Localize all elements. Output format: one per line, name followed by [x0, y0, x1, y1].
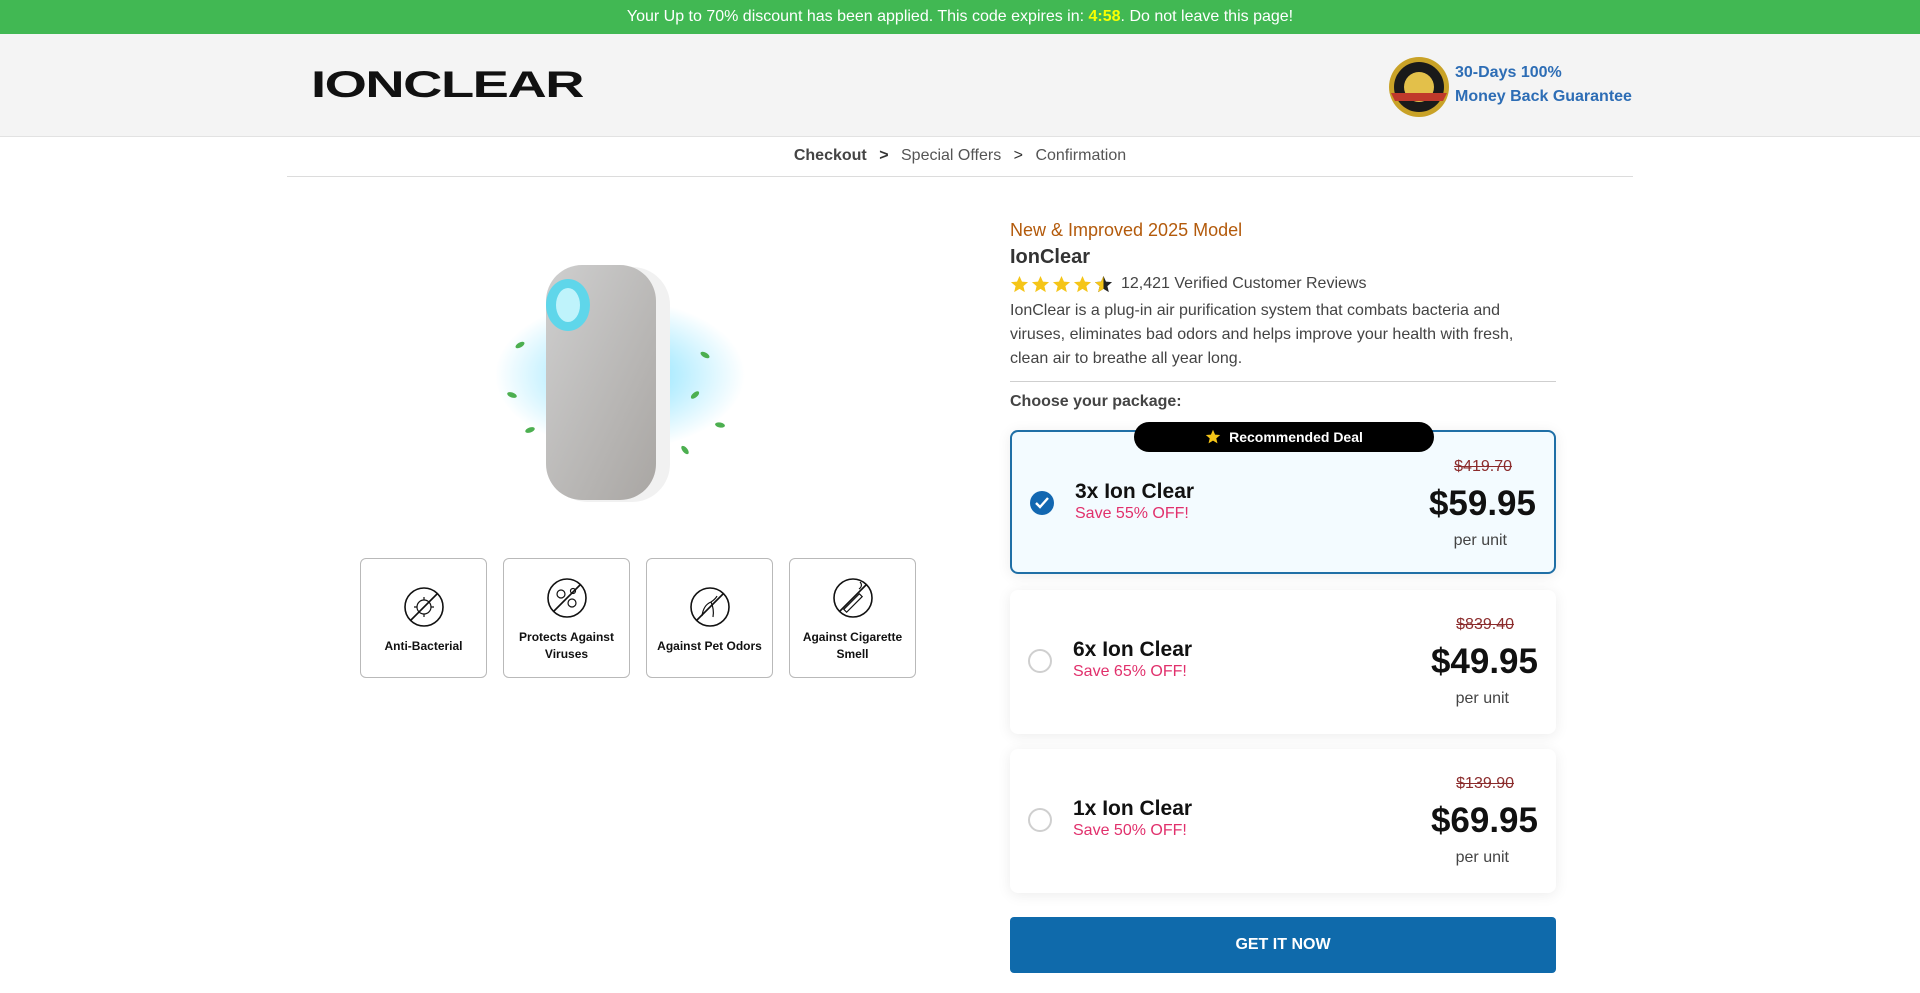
choose-package-label: Choose your package: [1010, 393, 1182, 410]
package-name: 1x Ion Clear [1073, 797, 1193, 820]
ionclear-logo[interactable]: IONCLEAR [311, 68, 583, 100]
star-icon [1031, 275, 1050, 292]
guarantee-line1: 30-Days 100% [1455, 64, 1562, 81]
discount-banner: Your Up to 70% discount has been applied… [0, 0, 1920, 34]
feature-label: Against Cigarette Smell [802, 630, 903, 661]
package-radio[interactable] [1028, 649, 1052, 673]
svg-text:IONCLEAR: IONCLEAR [311, 68, 583, 100]
breadcrumb-separator: > [1013, 147, 1023, 164]
checkmark-icon [1035, 497, 1049, 509]
product-info: New & Improved 2025 Model IonClear 12,42… [1010, 217, 1556, 411]
product-description: IonClear is a plug-in air purification s… [1010, 299, 1556, 382]
package-price: $69.95 [1430, 801, 1538, 840]
feature-anti-bacterial: Anti-Bacterial [360, 558, 487, 678]
package-old-price: $419.70 [1454, 458, 1512, 475]
feature-label: Against Pet Odors [657, 638, 762, 653]
ribbon-label: Recommended Deal [1229, 429, 1363, 445]
get-it-now-button[interactable]: GET IT NOW [1010, 917, 1556, 973]
star-icon [1052, 275, 1071, 292]
breadcrumb-checkout: Checkout [793, 147, 867, 164]
no-smoking-icon [832, 578, 873, 618]
model-tagline: New & Improved 2025 Model [1010, 220, 1243, 240]
rating-row: 12,421 Verified Customer Reviews [1010, 274, 1556, 294]
no-pet-icon [689, 586, 730, 627]
feature-list: Anti-Bacterial Protects Against Viruses … [360, 558, 916, 678]
package-option-3x[interactable]: Recommended Deal 3x Ion Clear Save 55% O… [1010, 422, 1556, 574]
package-unit: per unit [1453, 532, 1507, 549]
feature-label: Protects Against Viruses [519, 630, 614, 661]
guarantee-line2: Money Back Guarantee [1455, 88, 1632, 105]
feature-label: Anti-Bacterial [384, 638, 463, 653]
feature-cigarette-smell: Against Cigarette Smell [789, 558, 916, 678]
breadcrumb: Checkout > Special Offers > Confirmation [287, 137, 1633, 177]
breadcrumb-separator: > [879, 147, 889, 164]
star-rating [1010, 275, 1113, 294]
star-icon [1010, 275, 1029, 292]
guarantee-seal-icon [1389, 57, 1449, 117]
star-icon [1205, 429, 1221, 444]
feature-viruses: Protects Against Viruses [503, 558, 630, 678]
package-savings: Save 65% OFF! [1073, 663, 1187, 680]
package-radio[interactable] [1028, 808, 1052, 832]
recommended-ribbon: Recommended Deal [1134, 422, 1434, 452]
no-virus-icon [546, 578, 587, 618]
discount-suffix: . Do not leave this page! [1120, 8, 1294, 25]
package-unit: per unit [1455, 849, 1509, 866]
review-count[interactable]: 12,421 Verified Customer Reviews [1121, 275, 1366, 293]
no-bacteria-icon [403, 586, 444, 627]
package-name: 6x Ion Clear [1073, 638, 1193, 661]
package-old-price: $839.40 [1456, 616, 1514, 633]
package-price: $49.95 [1430, 642, 1538, 681]
package-savings: Save 50% OFF! [1073, 822, 1187, 839]
breadcrumb-special-offers: Special Offers [901, 147, 1002, 164]
package-option-1x[interactable]: 1x Ion Clear Save 50% OFF! $139.90 $69.9… [1010, 749, 1556, 893]
guarantee-text: 30-Days 100% Money Back Guarantee [1455, 61, 1632, 109]
package-name: 3x Ion Clear [1075, 480, 1195, 503]
package-price: $59.95 [1428, 484, 1536, 523]
breadcrumb-confirmation: Confirmation [1035, 147, 1127, 164]
site-header: IONCLEAR 30-Days 100% Money Back Guarant… [0, 34, 1920, 137]
discount-text: Your Up to 70% discount has been applied… [626, 8, 1089, 25]
half-star-icon [1094, 275, 1113, 292]
feature-pet-odors: Against Pet Odors [646, 558, 773, 678]
package-unit: per unit [1455, 690, 1509, 707]
star-icon [1073, 275, 1092, 292]
countdown-timer: 4:58 [1088, 8, 1121, 25]
package-option-6x[interactable]: 6x Ion Clear Save 65% OFF! $839.40 $49.9… [1010, 590, 1556, 734]
product-name: IonClear [1010, 246, 1091, 268]
package-old-price: $139.90 [1456, 775, 1514, 792]
product-image [495, 265, 745, 502]
package-savings: Save 55% OFF! [1075, 505, 1189, 522]
package-radio[interactable] [1030, 491, 1054, 515]
